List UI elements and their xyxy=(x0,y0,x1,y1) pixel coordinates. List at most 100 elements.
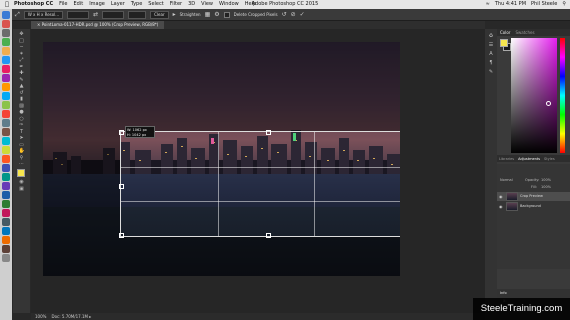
crop-handle-bottom[interactable] xyxy=(266,233,271,238)
app-icon[interactable] xyxy=(2,92,10,100)
app-icon[interactable] xyxy=(2,65,10,73)
straighten-button[interactable]: Straighten xyxy=(180,12,201,17)
gear-icon[interactable]: ⚙ xyxy=(214,11,219,18)
menu-view[interactable]: View xyxy=(201,0,213,9)
crop-handle-top-left[interactable] xyxy=(119,130,124,135)
photoshop-dock-icon[interactable] xyxy=(2,191,10,199)
menu-type[interactable]: Type xyxy=(131,0,142,9)
finder-icon[interactable] xyxy=(2,11,10,19)
clone-stamp-tool-icon[interactable]: ▲ xyxy=(19,84,25,89)
tab-info[interactable]: Info xyxy=(500,291,507,295)
app-icon[interactable] xyxy=(2,74,10,82)
character-panel-icon[interactable]: A xyxy=(489,51,492,57)
menu-filter[interactable]: Filter xyxy=(170,0,182,9)
app-icon[interactable] xyxy=(2,245,10,253)
menu-layer[interactable]: Layer xyxy=(111,0,125,9)
app-icon[interactable] xyxy=(2,83,10,91)
color-swatches[interactable] xyxy=(16,168,28,180)
menu-3d[interactable]: 3D xyxy=(188,0,195,9)
color-field[interactable] xyxy=(511,38,557,153)
canvas-area[interactable]: W: 1062 px H: 1042 px xyxy=(31,29,485,313)
foreground-color-swatch[interactable] xyxy=(500,39,508,47)
quick-select-tool-icon[interactable]: ✶ xyxy=(19,51,25,57)
app-icon[interactable] xyxy=(2,101,10,109)
properties-panel-icon[interactable]: ☰ xyxy=(489,42,493,48)
tab-libraries[interactable]: Libraries xyxy=(499,157,514,161)
user-name[interactable]: Phil Steele xyxy=(531,0,557,9)
pen-tool-icon[interactable]: ✑ xyxy=(19,123,25,128)
height-field[interactable] xyxy=(102,10,125,19)
more-tools-icon[interactable]: ⋯ xyxy=(19,162,25,167)
app-icon[interactable] xyxy=(2,20,10,28)
crop-tool-icon[interactable]: ⤢ xyxy=(19,58,25,63)
app-icon[interactable] xyxy=(2,128,10,136)
app-icon[interactable] xyxy=(2,173,10,181)
type-tool-icon[interactable]: T xyxy=(19,129,25,135)
menu-file[interactable]: File xyxy=(59,0,67,9)
app-icon[interactable] xyxy=(2,218,10,226)
eraser-tool-icon[interactable]: ▮ xyxy=(19,97,25,102)
brush-tool-icon[interactable]: ✎ xyxy=(19,77,25,83)
app-icon[interactable] xyxy=(2,236,10,244)
menu-image[interactable]: Image xyxy=(89,0,105,9)
zoom-tool-icon[interactable]: ⚲ xyxy=(19,155,25,161)
crop-handle-left[interactable] xyxy=(119,184,124,189)
tab-color[interactable]: Color xyxy=(500,30,510,35)
app-icon[interactable] xyxy=(2,29,10,37)
app-icon[interactable] xyxy=(2,110,10,118)
history-panel-icon[interactable]: ♻ xyxy=(489,33,493,39)
path-selection-tool-icon[interactable]: ➤ xyxy=(19,136,25,141)
gradient-tool-icon[interactable]: ▨ xyxy=(19,103,25,109)
app-icon[interactable] xyxy=(2,56,10,64)
paragraph-panel-icon[interactable]: ¶ xyxy=(489,60,492,66)
visibility-eye-icon[interactable]: ◉ xyxy=(499,202,504,211)
crop-tool-icon[interactable]: ⤢ xyxy=(15,11,20,19)
opacity-value[interactable]: 100% xyxy=(541,178,551,182)
zoom-level[interactable]: 100% xyxy=(35,314,46,319)
reset-icon[interactable]: ↺ xyxy=(282,11,287,18)
menu-edit[interactable]: Edit xyxy=(74,0,84,9)
app-icon[interactable] xyxy=(2,200,10,208)
app-icon[interactable] xyxy=(2,119,10,127)
document-tab[interactable]: × PointLoma-0117-HDR.psd @ 100% (Crop Pr… xyxy=(31,21,165,29)
app-menu[interactable]: Photoshop CC xyxy=(14,0,53,9)
fill-value[interactable]: 100% xyxy=(541,185,551,189)
app-icon[interactable] xyxy=(2,137,10,145)
resolution-field[interactable] xyxy=(128,10,147,19)
quick-mask-icon[interactable]: ◉ xyxy=(19,180,25,185)
menu-window[interactable]: Window xyxy=(219,0,239,9)
visibility-eye-icon[interactable]: ◉ xyxy=(499,192,504,201)
color-picker-ring[interactable] xyxy=(546,101,551,106)
search-icon[interactable]: ⚲ xyxy=(562,0,566,9)
apple-icon[interactable]:  xyxy=(0,0,14,9)
move-tool-icon[interactable]: ✥ xyxy=(19,32,25,37)
hand-tool-icon[interactable]: ✋ xyxy=(19,149,25,154)
tab-styles[interactable]: Styles xyxy=(544,157,555,161)
blur-tool-icon[interactable]: ● xyxy=(19,110,25,115)
history-brush-tool-icon[interactable]: ↺ xyxy=(19,90,25,96)
wifi-icon[interactable]: ≈ xyxy=(486,0,490,9)
app-icon[interactable] xyxy=(2,47,10,55)
tab-adjustments[interactable]: Adjustments xyxy=(518,157,540,161)
clock[interactable]: Thu 4:41 PM xyxy=(495,0,526,9)
blend-mode-select[interactable]: Normal xyxy=(500,178,513,182)
trash-icon[interactable] xyxy=(2,254,10,262)
hue-slider[interactable] xyxy=(560,38,565,153)
crop-box[interactable] xyxy=(119,130,400,238)
close-tab-icon[interactable]: × xyxy=(37,22,40,27)
foreground-color-swatch[interactable] xyxy=(16,168,25,177)
app-icon[interactable] xyxy=(2,155,10,163)
clear-button[interactable]: Clear xyxy=(150,10,169,19)
menu-select[interactable]: Select xyxy=(148,0,163,9)
marquee-tool-icon[interactable]: □ xyxy=(19,38,25,44)
commit-icon[interactable]: ✓ xyxy=(300,11,305,18)
menu-help[interactable]: Help xyxy=(245,0,256,9)
screen-mode-icon[interactable]: ▣ xyxy=(19,186,25,192)
dodge-tool-icon[interactable]: ○ xyxy=(19,116,25,122)
app-icon[interactable] xyxy=(2,182,10,190)
app-icon[interactable] xyxy=(2,146,10,154)
brush-panel-icon[interactable]: ✎ xyxy=(489,69,493,75)
city-night-photo[interactable]: W: 1062 px H: 1042 px xyxy=(43,42,400,276)
delete-cropped-checkbox[interactable] xyxy=(223,11,230,18)
healing-tool-icon[interactable]: ✚ xyxy=(19,71,25,76)
